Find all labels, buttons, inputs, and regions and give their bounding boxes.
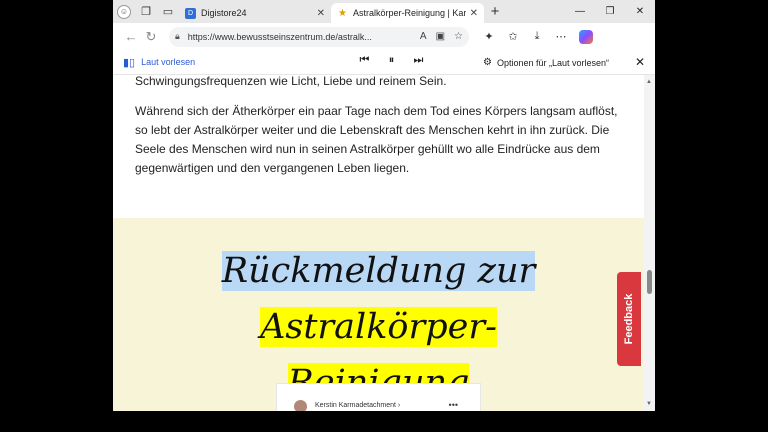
digistore-favicon-icon: D <box>185 7 196 19</box>
read-aloud-options-button[interactable]: ⚙ Optionen für „Laut vorlesen“ <box>483 57 609 68</box>
app-available-icon[interactable]: ▣ <box>436 31 445 42</box>
post-author[interactable]: Kerstin Karmadetachment › <box>315 402 400 409</box>
article-paragraph: Während sich der Ätherkörper ein paar Ta… <box>135 104 618 175</box>
tab-digistore[interactable]: D Digistore24 ✕ <box>179 3 331 23</box>
downloads-icon[interactable]: ⤓ <box>525 30 549 43</box>
address-bar: ← ↻ 🔒︎ https://www.bewusstseinszentrum.d… <box>113 23 655 50</box>
previous-icon[interactable]: ⏮︎ <box>351 54 378 67</box>
next-icon[interactable]: ⏭︎ <box>405 54 432 67</box>
new-tab-button[interactable]: + <box>484 3 506 20</box>
favorites-icon[interactable]: ✩ <box>501 30 525 43</box>
url-field[interactable]: 🔒︎ https://www.bewusstseinszentrum.de/as… <box>169 26 469 47</box>
article-paragraph: Schwingungsfrequenzen wie Licht, Liebe u… <box>135 75 447 88</box>
profile-button[interactable]: ☺ <box>113 0 135 23</box>
social-post-card[interactable]: Kerstin Karmadetachment › ••• <box>276 383 481 411</box>
voice-options-icon: ⚙ <box>483 57 492 68</box>
extensions-icon[interactable]: ✦ <box>477 30 501 43</box>
page-content: Schwingungsfrequenzen wie Licht, Liebe u… <box>113 75 644 411</box>
post-more-icon[interactable]: ••• <box>449 400 458 410</box>
profile-icon: ☺ <box>117 4 131 19</box>
feedback-section: Rückmeldung zur Astralkörper- Reinigung … <box>113 218 644 411</box>
tab-close-icon[interactable]: ✕ <box>317 8 325 19</box>
minimize-icon[interactable]: — <box>565 0 595 23</box>
copilot-icon[interactable] <box>579 29 593 44</box>
avatar <box>294 400 307 411</box>
lock-icon[interactable]: 🔒︎ <box>175 31 180 42</box>
window-close-icon[interactable]: ✕ <box>625 0 655 23</box>
pause-icon[interactable]: ⏸︎ <box>378 54 405 67</box>
tab-actions-icon[interactable]: ▭ <box>157 0 179 23</box>
url-text[interactable]: https://www.bewusstseinszentrum.de/astra… <box>188 32 411 42</box>
scroll-down-icon[interactable]: ▼ <box>646 401 652 407</box>
read-aloud-controls: ⏮︎ ⏸︎ ⏭︎ <box>351 54 432 67</box>
back-icon[interactable]: ← <box>121 29 141 44</box>
tab-astralkoerper[interactable]: ★ Astralkörper-Reinigung | Karm ✕ <box>331 3 484 23</box>
read-aloud-bar: ▮▯ Laut vorlesen ⏮︎ ⏸︎ ⏭︎ ⚙ Optionen für… <box>113 50 655 75</box>
tab-close-icon[interactable]: ✕ <box>470 8 478 19</box>
window-controls: — ❐ ✕ <box>565 0 655 23</box>
tab-title: Digistore24 <box>201 8 247 18</box>
tab-title: Astralkörper-Reinigung | Karm <box>353 8 466 18</box>
scrollbar-thumb[interactable] <box>647 270 652 294</box>
headline-yellow-part: Astralkörper- <box>260 307 497 347</box>
vertical-scrollbar[interactable]: ▲ ▼ <box>644 75 655 411</box>
scroll-up-icon[interactable]: ▲ <box>646 79 652 85</box>
site-favicon-icon: ★ <box>338 7 347 19</box>
read-aloud-wave-icon: ▮▯ <box>123 56 136 69</box>
read-aloud-close-icon[interactable]: ✕ <box>635 55 645 69</box>
browser-window: ☺ ❐ ▭ D Digistore24 ✕ ★ Astralkörper-Rei… <box>113 0 655 411</box>
more-menu-icon[interactable]: ⋯ <box>549 30 573 43</box>
tab-strip: ☺ ❐ ▭ D Digistore24 ✕ ★ Astralkörper-Rei… <box>113 0 655 23</box>
feedback-button[interactable]: Feedback <box>617 272 641 366</box>
read-aloud-icon[interactable]: A <box>420 31 427 42</box>
feedback-label: Feedback <box>623 293 635 345</box>
headline-blue-part: Rückmeldung zur <box>221 251 536 291</box>
restore-icon[interactable]: ❐ <box>595 0 625 23</box>
favorite-star-icon[interactable]: ☆ <box>454 31 463 42</box>
workspaces-icon[interactable]: ❐ <box>135 0 157 23</box>
read-aloud-label: Laut vorlesen <box>141 57 196 67</box>
read-aloud-options-label: Optionen für „Laut vorlesen“ <box>496 57 610 68</box>
refresh-icon[interactable]: ↻ <box>141 29 161 45</box>
